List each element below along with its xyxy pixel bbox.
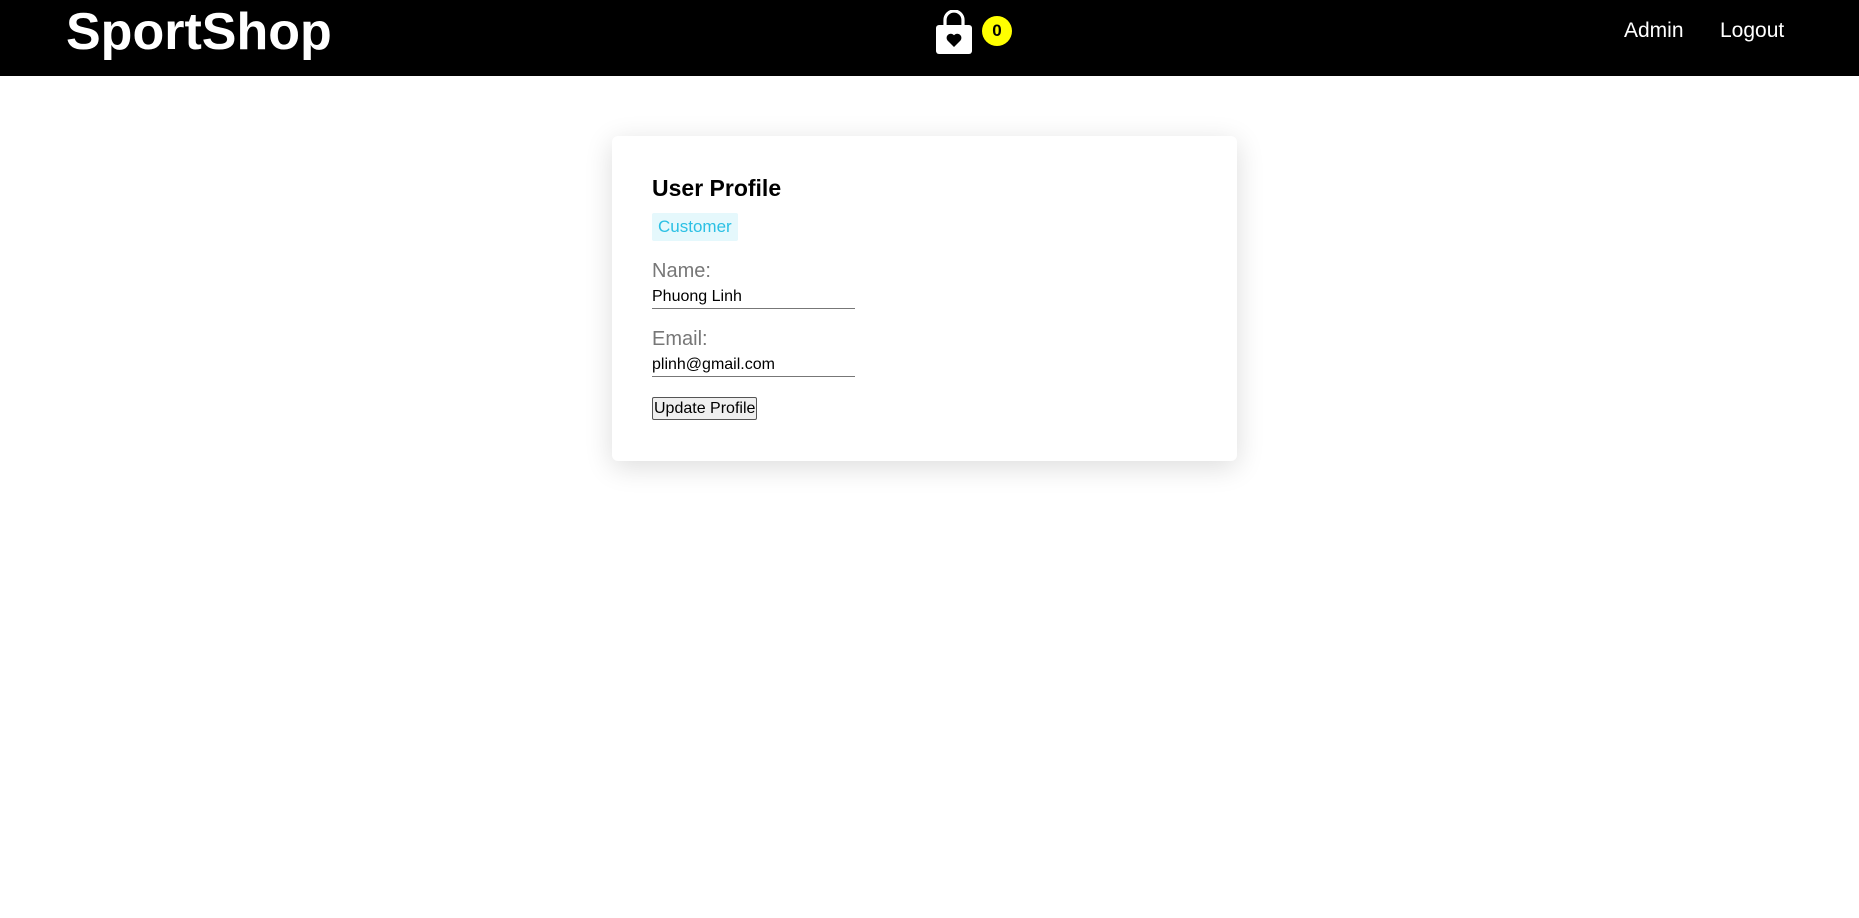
email-label: Email: — [652, 328, 708, 350]
cart-count-badge: 0 — [982, 16, 1012, 46]
nav-link-logout[interactable]: Logout — [1720, 18, 1784, 44]
nav-link-admin[interactable]: Admin — [1624, 18, 1684, 44]
user-profile-card: User Profile Customer Name: Email: Updat… — [612, 136, 1237, 461]
role-badge: Customer — [652, 213, 738, 241]
name-field[interactable] — [652, 286, 855, 309]
update-profile-button[interactable]: Update Profile — [652, 397, 758, 420]
email-field[interactable] — [652, 354, 855, 377]
name-label: Name: — [652, 260, 711, 282]
brand-logo[interactable]: SportShop — [66, 2, 332, 62]
top-navbar: SportShop 0 Admin Logout — [0, 0, 1859, 76]
page-title: User Profile — [652, 175, 782, 201]
cart-button[interactable]: 0 — [934, 10, 1024, 56]
shopping-bag-heart-icon — [936, 10, 972, 54]
